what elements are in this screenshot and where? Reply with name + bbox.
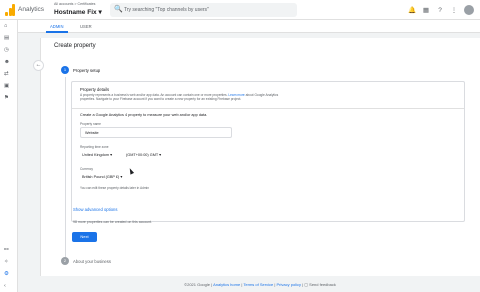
avatar[interactable] <box>464 5 474 15</box>
search-icon: 🔍 <box>114 6 123 13</box>
main-content: Create property ← 1 Property setup Prope… <box>33 38 480 276</box>
tab-admin[interactable]: ADMIN <box>50 24 64 29</box>
tab-bar: ADMIN USER <box>18 20 480 33</box>
caret-down-icon: ▾ <box>120 175 123 179</box>
privacy-link[interactable]: Privacy policy <box>277 282 301 287</box>
show-advanced-options-link[interactable]: Show advanced options <box>73 207 117 212</box>
page-title: Create property <box>54 43 96 49</box>
audience-icon[interactable]: ☻ <box>4 59 10 65</box>
property-details: Property details A property represents a… <box>78 87 473 104</box>
app-title[interactable]: Analytics <box>18 6 44 13</box>
notifications-icon[interactable]: 🔔 <box>408 6 416 14</box>
link-icon[interactable]: ⚯ <box>4 247 9 253</box>
property-details-text: A property represents a business's web a… <box>80 93 279 101</box>
country-select[interactable]: United Kingdom ▾ <box>82 152 112 157</box>
tab-indicator <box>46 31 68 33</box>
top-bar: Analytics All accounts > Certificates Ho… <box>0 0 480 20</box>
collapse-icon[interactable]: ‹ <box>4 283 6 289</box>
step-1-circle: 1 <box>61 66 69 74</box>
explore-icon[interactable]: ◷ <box>4 47 9 53</box>
home-icon[interactable]: ⌂ <box>4 23 7 29</box>
send-feedback-link[interactable]: Send feedback <box>309 282 336 287</box>
timezone-select[interactable]: (GMT+00:00) GMT ▾ <box>126 152 161 157</box>
more-vert-icon[interactable]: ⋮ <box>450 6 458 14</box>
breadcrumb[interactable]: All accounts > Certificates <box>54 2 95 6</box>
property-name-label: Property name <box>80 122 101 126</box>
ads-icon[interactable]: ▣ <box>4 83 9 89</box>
back-arrow-icon[interactable]: ← <box>33 60 44 71</box>
side-nav: ⌂ ▤ ◷ ☻ ⇄ ▣ ⚑ ⚯ ✧ ⚙ ‹ <box>0 20 18 292</box>
timezone-value: (GMT+00:00) GMT <box>126 153 159 157</box>
reports-icon[interactable]: ▤ <box>4 35 9 41</box>
property-name-value: Website <box>85 131 99 135</box>
flag-icon[interactable]: ⚑ <box>4 95 9 101</box>
feedback-icon[interactable]: ▢ <box>304 282 308 287</box>
currency-select[interactable]: British Pound (GBP £) ▾ <box>82 174 122 179</box>
copyright: ©2021 Google <box>184 282 210 287</box>
tab-user[interactable]: USER <box>80 24 92 29</box>
analytics-logo[interactable] <box>5 4 15 16</box>
terms-link[interactable]: Terms of Service <box>243 282 273 287</box>
property-details-title: Property details <box>80 87 110 92</box>
divider <box>72 108 464 109</box>
property-name: Hostname Fix <box>54 9 97 16</box>
property-setup-card: Property details A property represents a… <box>71 81 465 222</box>
currency-label: Currency <box>80 167 93 171</box>
currency-value: British Pound (GBP £) <box>82 175 120 179</box>
next-button[interactable]: Next <box>72 232 97 242</box>
country-value: United Kingdom <box>82 153 110 157</box>
property-name-input[interactable]: Website <box>80 127 232 138</box>
edit-later-note: You can edit these property details late… <box>80 186 149 190</box>
chevron-down-icon: ▾ <box>98 9 102 16</box>
apps-icon[interactable]: ▦ <box>422 6 430 14</box>
time-zone-label: Reporting time zone <box>80 145 109 149</box>
lightbulb-icon[interactable]: ✧ <box>4 259 9 265</box>
step-1-label: Property setup <box>73 68 101 73</box>
top-icons: 🔔 ▦ ? ⋮ <box>408 3 474 17</box>
help-icon[interactable]: ? <box>436 7 444 14</box>
search-input[interactable]: 🔍 Try searching "Top channels by users" <box>110 3 297 17</box>
property-selector[interactable]: Hostname Fix ▾ <box>54 8 102 16</box>
create-description: Create a Google Analytics 4 property to … <box>80 113 208 117</box>
step-2-circle: 2 <box>61 257 69 265</box>
step-connector <box>65 77 66 257</box>
step-2-label: About your business <box>73 259 111 264</box>
settings-icon[interactable]: ⚙ <box>4 271 9 277</box>
caret-down-icon: ▾ <box>110 153 112 157</box>
properties-remaining: 98 more properties can be created on thi… <box>73 220 152 224</box>
caret-down-icon: ▾ <box>159 153 162 157</box>
share-icon[interactable]: ⇄ <box>4 71 9 77</box>
analytics-home-link[interactable]: Analytics home <box>213 282 240 287</box>
search-placeholder: Try searching "Top channels by users" <box>124 7 209 13</box>
footer: ©2021 Google | Analytics home | Terms of… <box>184 282 336 287</box>
